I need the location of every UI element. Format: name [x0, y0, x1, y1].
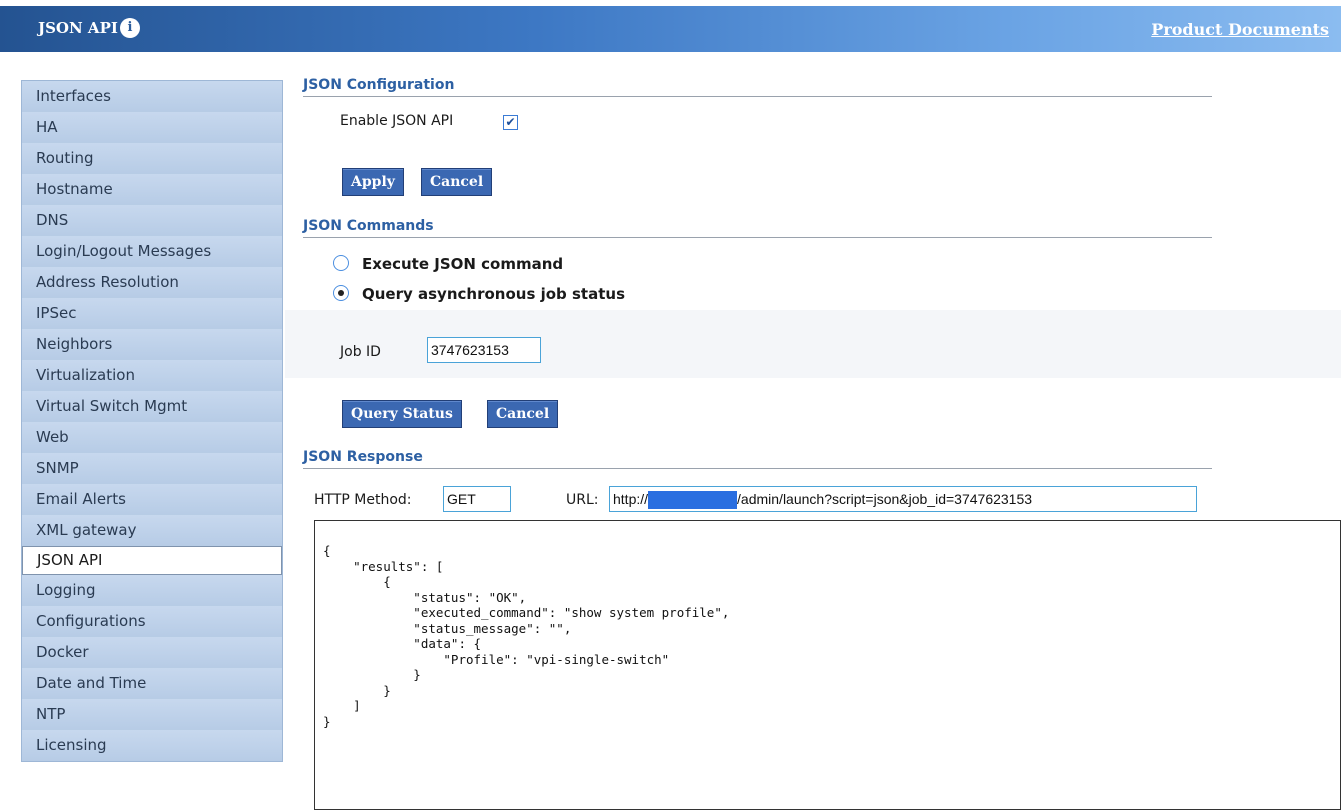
sidebar-nav: Interfaces HA Routing Hostname DNS Login/Logo…: [21, 80, 283, 762]
info-icon[interactable]: i: [120, 18, 140, 38]
sidebar-item-snmp[interactable]: SNMP: [22, 453, 282, 484]
url-input[interactable]: http:// /admin/launch?script=json&job_id=…: [609, 486, 1197, 512]
json-response-box[interactable]: { "results": [ { "status": "OK", "execut…: [314, 520, 1341, 810]
sidebar-item-json-api[interactable]: JSON API: [22, 546, 282, 575]
sidebar-item-virtual-switch-mgmt[interactable]: Virtual Switch Mgmt: [22, 391, 282, 422]
query-job-status-radio[interactable]: [333, 285, 349, 301]
page-title: JSON API: [38, 19, 118, 37]
job-id-input[interactable]: 3747623153: [427, 337, 541, 363]
sidebar-item-virtualization[interactable]: Virtualization: [22, 360, 282, 391]
product-documents-link[interactable]: Product Documents: [1151, 20, 1329, 39]
sidebar-item-configurations[interactable]: Configurations: [22, 606, 282, 637]
sidebar-item-date-and-time[interactable]: Date and Time: [22, 668, 282, 699]
redacted-host: [648, 491, 738, 510]
json-response-heading: JSON Response: [303, 449, 1212, 469]
sidebar-item-xml-gateway[interactable]: XML gateway: [22, 515, 282, 546]
http-method-input[interactable]: GET: [443, 486, 511, 512]
sidebar-item-docker[interactable]: Docker: [22, 637, 282, 668]
enable-json-api-checkbox[interactable]: ✔: [503, 115, 518, 130]
sidebar-item-licensing[interactable]: Licensing: [22, 730, 282, 761]
commands-cancel-button[interactable]: Cancel: [487, 400, 559, 428]
sidebar-item-ntp[interactable]: NTP: [22, 699, 282, 730]
sidebar-item-web[interactable]: Web: [22, 422, 282, 453]
query-job-status-label[interactable]: Query asynchronous job status: [362, 285, 625, 303]
sidebar-item-ha[interactable]: HA: [22, 112, 282, 143]
url-prefix: http://: [613, 491, 649, 507]
config-cancel-button[interactable]: Cancel: [421, 168, 493, 196]
json-configuration-heading: JSON Configuration: [303, 77, 1212, 97]
top-bar: JSON API i Product Documents: [0, 6, 1341, 52]
apply-button[interactable]: Apply: [342, 168, 404, 196]
execute-json-command-radio[interactable]: [333, 255, 349, 271]
url-suffix: /admin/launch?script=json&job_id=3747623…: [737, 491, 1033, 507]
sidebar-item-email-alerts[interactable]: Email Alerts: [22, 484, 282, 515]
sidebar-item-routing[interactable]: Routing: [22, 143, 282, 174]
job-id-label: Job ID: [340, 344, 381, 360]
url-label: URL:: [566, 492, 599, 508]
sidebar-item-dns[interactable]: DNS: [22, 205, 282, 236]
sidebar-item-hostname[interactable]: Hostname: [22, 174, 282, 205]
execute-json-command-label[interactable]: Execute JSON command: [362, 255, 563, 273]
enable-json-api-label: Enable JSON API: [340, 113, 454, 129]
query-status-button[interactable]: Query Status: [342, 400, 462, 428]
sidebar-item-ipsec[interactable]: IPSec: [22, 298, 282, 329]
sidebar-item-neighbors[interactable]: Neighbors: [22, 329, 282, 360]
json-commands-heading: JSON Commands: [303, 218, 1212, 238]
json-response-text: { "results": [ { "status": "OK", "execut…: [323, 543, 730, 729]
sidebar-item-address-resolution[interactable]: Address Resolution: [22, 267, 282, 298]
sidebar-item-login-logout-messages[interactable]: Login/Logout Messages: [22, 236, 282, 267]
sidebar-item-logging[interactable]: Logging: [22, 575, 282, 606]
http-method-label: HTTP Method:: [314, 492, 412, 508]
sidebar-item-interfaces[interactable]: Interfaces: [22, 81, 282, 112]
